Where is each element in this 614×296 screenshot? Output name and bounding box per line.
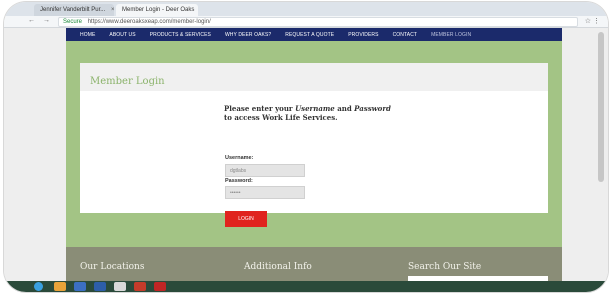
word-icon[interactable] — [94, 282, 106, 291]
intro-username-word: Username — [295, 104, 335, 113]
browser-tab-1[interactable]: Jennifer Vanderbilt Pur... × — [34, 4, 114, 16]
password-label: Password: — [225, 178, 253, 184]
browser-tab-2-label: Member Login - Deer Oaks — [122, 7, 195, 13]
nav-contact[interactable]: CONTACT — [393, 32, 418, 38]
nav-why-deer-oaks[interactable]: WHY DEER OAKS? — [225, 32, 271, 38]
login-button[interactable]: LOGIN — [225, 211, 267, 227]
intro-text-1: Please enter your — [224, 104, 293, 113]
nav-member-login[interactable]: MEMBER LOGIN — [431, 32, 471, 38]
site-footer: Our Locations Additional Info Search Our… — [66, 247, 562, 282]
browser-tab-2[interactable]: Member Login - Deer Oaks × — [116, 4, 198, 16]
content-area: Member Login Please enter your Username … — [66, 41, 562, 247]
url-text: https://www.deeroaksxeap.com/member-logi… — [87, 19, 211, 25]
secure-label: Secure — [63, 19, 83, 25]
browser-tab-strip: Jennifer Vanderbilt Pur... × Member Logi… — [4, 2, 608, 16]
footer-our-locations: Our Locations — [80, 262, 145, 272]
chrome-icon[interactable] — [114, 282, 126, 291]
browser-tab-1-label: Jennifer Vanderbilt Pur... — [40, 7, 106, 13]
intro-text-2: to access Work Life Services. — [224, 113, 338, 122]
folder-icon[interactable] — [54, 282, 66, 291]
footer-additional-info: Additional Info — [244, 262, 312, 272]
acrobat-icon[interactable] — [134, 282, 146, 291]
username-field[interactable]: dgtlabs — [225, 164, 305, 177]
site-navigation: HOME ABOUT US PRODUCTS & SERVICES WHY DE… — [66, 28, 562, 41]
intro-and: and — [337, 104, 352, 113]
login-panel: Member Login Please enter your Username … — [80, 63, 548, 227]
pdf-icon[interactable] — [154, 282, 166, 291]
nav-about-us[interactable]: ABOUT US — [109, 32, 135, 38]
username-label: Username: — [225, 155, 254, 161]
windows-taskbar — [4, 281, 608, 292]
intro-password-word: Password — [354, 104, 391, 113]
nav-request-quote[interactable]: REQUEST A QUOTE — [285, 32, 334, 38]
footer-search-heading: Search Our Site — [408, 262, 482, 272]
page-margin-left — [4, 28, 66, 281]
outlook-icon[interactable] — [74, 282, 86, 291]
close-icon[interactable]: × — [111, 7, 114, 13]
browser-menu-icons[interactable]: ☆ ⋮ — [585, 17, 600, 25]
url-input[interactable]: Secure https://www.deeroaksxeap.com/memb… — [58, 17, 578, 27]
address-bar: ← → C Secure https://www.deeroaksxeap.co… — [4, 16, 608, 28]
scrollbar[interactable] — [598, 32, 604, 182]
screen-frame: Jennifer Vanderbilt Pur... × Member Logi… — [4, 2, 608, 292]
login-instructions: Please enter your Username and Password … — [224, 104, 414, 122]
nav-products-services[interactable]: PRODUCTS & SERVICES — [150, 32, 211, 38]
start-icon[interactable] — [34, 282, 43, 291]
login-panel-header: Member Login — [80, 63, 548, 91]
nav-providers[interactable]: PROVIDERS — [348, 32, 378, 38]
nav-home[interactable]: HOME — [80, 32, 95, 38]
page-title: Member Login — [90, 76, 165, 87]
password-field[interactable]: •••••• — [225, 186, 305, 199]
